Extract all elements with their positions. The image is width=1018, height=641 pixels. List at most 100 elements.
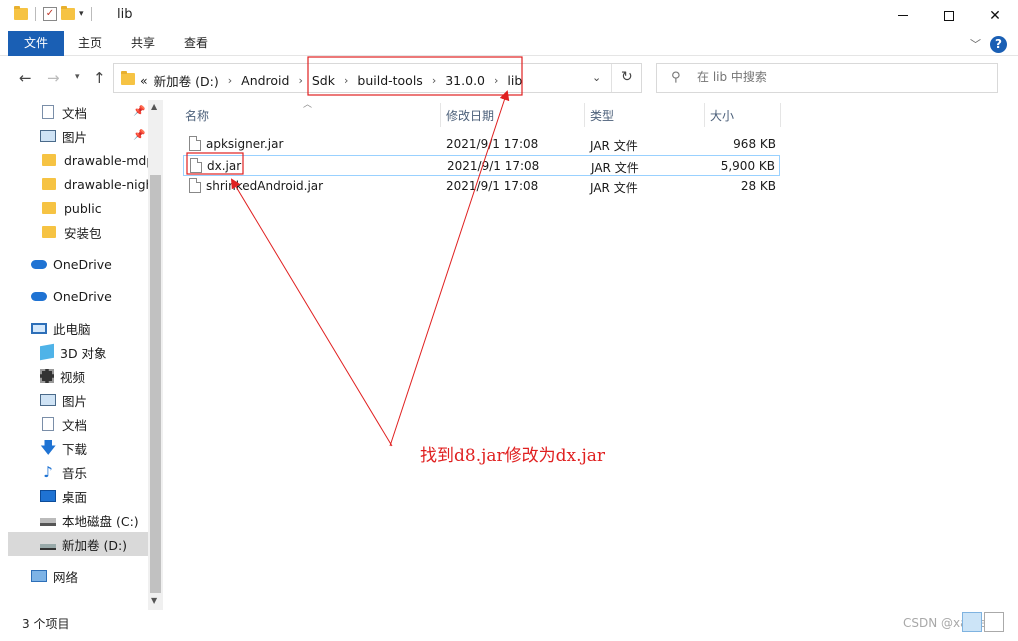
- drive-icon: [40, 518, 56, 526]
- sidebar-item-onedrive[interactable]: OneDrive: [31, 252, 148, 276]
- column-divider[interactable]: [780, 103, 781, 127]
- file-date: 2021/9/1 17:08: [447, 159, 540, 173]
- chevron-right-icon[interactable]: ›: [298, 74, 302, 87]
- breadcrumb-item[interactable]: Android: [241, 73, 289, 88]
- chevron-right-icon[interactable]: ›: [432, 74, 436, 87]
- sidebar-scroll-thumb[interactable]: [150, 175, 161, 593]
- annotation-text: 找到d8.jar修改为dx.jar: [420, 446, 606, 466]
- title-bar: ✓ ▾ lib ✕: [0, 0, 1018, 31]
- file-icon: [189, 136, 201, 151]
- sidebar-item-desktop[interactable]: 桌面: [40, 484, 148, 508]
- sidebar-item-local-disk-c[interactable]: 本地磁盘 (C:): [40, 508, 148, 532]
- sidebar-item-videos[interactable]: 视频: [40, 364, 148, 388]
- navigation-bar: ← → ▾ ↑ « 新加卷 (D:) › Android › Sdk › bui…: [0, 56, 1018, 100]
- close-icon: ✕: [989, 7, 1001, 24]
- sidebar-item-public[interactable]: public: [42, 196, 148, 220]
- pin-icon[interactable]: 📌: [133, 106, 145, 117]
- column-header-name[interactable]: 名称: [185, 107, 209, 125]
- chevron-right-icon[interactable]: ›: [228, 74, 232, 87]
- scroll-down-icon[interactable]: ▼: [151, 596, 157, 605]
- window-title: lib: [117, 7, 133, 22]
- up-button[interactable]: ↑: [93, 69, 106, 87]
- forward-button[interactable]: →: [47, 69, 60, 87]
- address-history-dropdown[interactable]: ⌄: [592, 71, 601, 84]
- maximize-button[interactable]: [926, 0, 972, 31]
- folder-icon: [42, 178, 56, 190]
- sidebar-item-label: public: [64, 200, 102, 216]
- column-header-size[interactable]: 大小: [710, 107, 734, 125]
- large-icons-view-icon[interactable]: [984, 612, 1004, 632]
- properties-icon[interactable]: ✓: [43, 7, 57, 21]
- breadcrumb-overflow[interactable]: «: [140, 73, 148, 88]
- sidebar-item-pictures-pc[interactable]: 图片: [40, 388, 148, 412]
- minimize-button[interactable]: [880, 0, 926, 31]
- scroll-up-icon[interactable]: ▲: [151, 102, 157, 111]
- expand-ribbon-icon[interactable]: ﹀: [970, 36, 981, 52]
- sidebar-item-documents-pc[interactable]: 文档: [40, 412, 148, 436]
- sidebar-item-label: 本地磁盘 (C:): [62, 513, 139, 529]
- breadcrumb-item[interactable]: build-tools: [357, 73, 422, 88]
- chevron-right-icon[interactable]: ›: [494, 74, 498, 87]
- sidebar-item-label: 下载: [62, 441, 88, 457]
- pin-icon[interactable]: 📌: [133, 130, 145, 141]
- tab-file[interactable]: 文件: [8, 31, 64, 56]
- sidebar-item-music[interactable]: ♪ 音乐: [40, 460, 148, 484]
- item-count: 3 个项目: [22, 617, 70, 631]
- close-button[interactable]: ✕: [972, 0, 1018, 31]
- tab-share[interactable]: 共享: [119, 31, 167, 56]
- table-row[interactable]: shrinkedAndroid.jar 2021/9/1 17:08 JAR 文…: [183, 176, 780, 197]
- refresh-icon[interactable]: ↻: [621, 69, 633, 85]
- sidebar-item-label: OneDrive: [53, 256, 112, 272]
- sidebar-item-label: 安装包: [64, 225, 102, 241]
- details-view-icon[interactable]: [962, 612, 982, 632]
- breadcrumb-item[interactable]: 新加卷 (D:): [154, 71, 219, 90]
- sidebar-item-label: 此电脑: [53, 321, 91, 337]
- sidebar-item-network[interactable]: 网络: [31, 564, 148, 588]
- table-row[interactable]: dx.jar 2021/9/1 17:08 JAR 文件 5,900 KB: [183, 155, 780, 176]
- sidebar-item-label: 网络: [53, 569, 79, 585]
- column-header-type[interactable]: 类型: [590, 107, 614, 125]
- sidebar-item-this-pc[interactable]: 此电脑: [31, 316, 148, 340]
- document-icon: [42, 417, 54, 431]
- address-bar[interactable]: « 新加卷 (D:) › Android › Sdk › build-tools…: [113, 63, 642, 93]
- column-divider[interactable]: [704, 103, 705, 127]
- sidebar-item-install-packages[interactable]: 安装包: [42, 220, 148, 244]
- sidebar-item-label: 新加卷 (D:): [62, 537, 128, 553]
- table-row[interactable]: apksigner.jar 2021/9/1 17:08 JAR 文件 968 …: [183, 134, 780, 155]
- toolbar-divider: [90, 7, 92, 21]
- back-button[interactable]: ←: [19, 69, 32, 87]
- sidebar-item-volume-d[interactable]: 新加卷 (D:): [8, 532, 148, 556]
- folder-icon: [42, 226, 56, 238]
- file-size: 968 KB: [733, 137, 776, 151]
- sidebar-item-drawable-mdpi[interactable]: drawable-mdpi: [42, 148, 148, 172]
- sidebar-item-onedrive-2[interactable]: OneDrive: [31, 284, 148, 308]
- chevron-right-icon[interactable]: ›: [344, 74, 348, 87]
- help-icon[interactable]: ?: [990, 36, 1007, 53]
- file-name: apksigner.jar: [206, 137, 284, 151]
- sidebar-item-downloads[interactable]: 🡇 下载: [40, 436, 148, 460]
- column-header-date[interactable]: 修改日期: [446, 107, 494, 125]
- sidebar-item-drawable-night[interactable]: drawable-night: [42, 172, 148, 196]
- breadcrumb-item[interactable]: 31.0.0: [445, 73, 485, 88]
- recent-locations-dropdown[interactable]: ▾: [75, 72, 80, 82]
- sidebar-item-label: 视频: [60, 369, 86, 385]
- breadcrumb: « 新加卷 (D:) › Android › Sdk › build-tools…: [140, 71, 522, 90]
- file-date: 2021/9/1 17:08: [446, 179, 539, 193]
- drive-icon: [40, 544, 56, 550]
- sidebar-item-3d-objects[interactable]: 3D 对象: [40, 340, 148, 364]
- column-divider[interactable]: [584, 103, 585, 127]
- file-name: dx.jar: [207, 159, 242, 173]
- desktop-icon: [40, 490, 56, 502]
- tab-view[interactable]: 查看: [172, 31, 220, 56]
- status-bar: 3 个项目 CSDN @xaofei95: [0, 610, 1018, 641]
- picture-icon: [40, 130, 56, 142]
- new-folder-icon[interactable]: [61, 6, 75, 20]
- search-box[interactable]: ⚲: [656, 63, 998, 93]
- search-input[interactable]: [697, 70, 977, 84]
- file-type: JAR 文件: [591, 161, 639, 175]
- customize-toolbar-icon[interactable]: ▾: [79, 9, 84, 19]
- breadcrumb-item[interactable]: lib: [507, 73, 522, 88]
- column-divider[interactable]: [440, 103, 441, 127]
- breadcrumb-item[interactable]: Sdk: [312, 73, 335, 88]
- tab-home[interactable]: 主页: [66, 31, 114, 56]
